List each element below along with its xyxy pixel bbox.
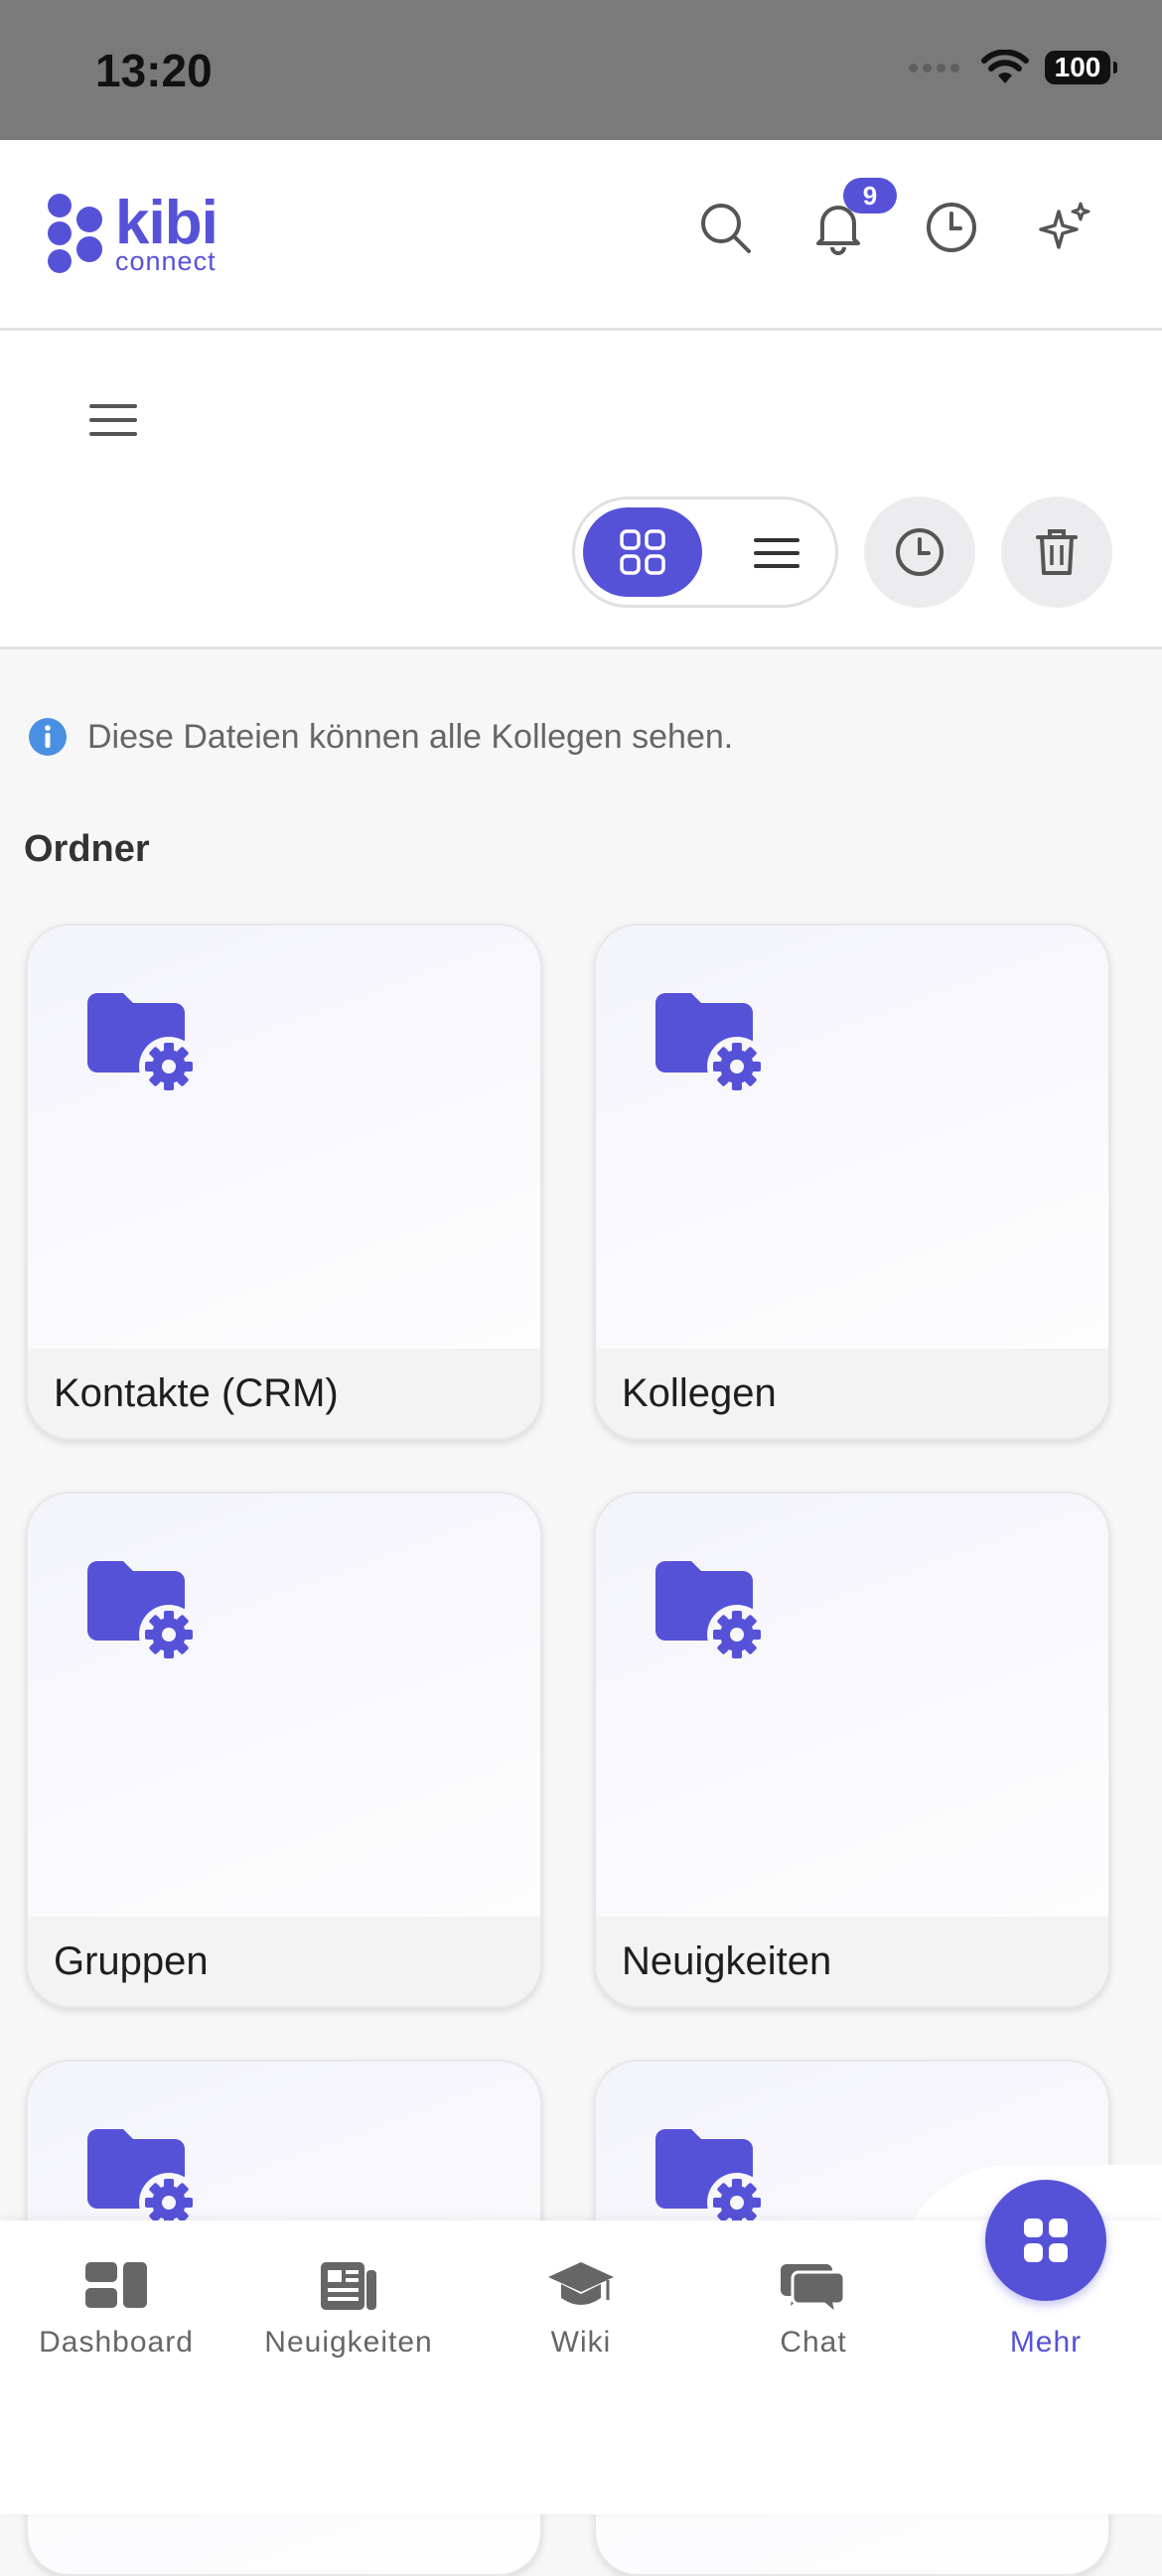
folder-label: Kollegen <box>596 1349 1108 1438</box>
files-toolbar <box>0 331 1162 649</box>
graduation-cap-icon <box>548 2262 614 2305</box>
nav-wiki[interactable]: Wiki <box>465 2220 697 2379</box>
header-actions: 9 <box>697 178 1092 255</box>
folder-gear-icon <box>652 989 771 1103</box>
grid-view-button[interactable] <box>583 507 702 597</box>
more-menu-button[interactable] <box>985 2180 1106 2301</box>
logo-wordmark: kibi <box>115 188 218 257</box>
newspaper-icon <box>321 2262 376 2310</box>
folder-label: Gruppen <box>28 1917 540 2006</box>
info-text: Diese Dateien können alle Kollegen sehen… <box>87 717 734 756</box>
kibi-logo[interactable]: kibi connect <box>46 192 218 275</box>
hamburger-menu-button[interactable] <box>83 390 143 450</box>
cellular-signal-icon <box>909 63 959 72</box>
list-view-icon <box>754 538 799 568</box>
hamburger-icon <box>89 404 137 436</box>
folder-card[interactable]: Gruppen <box>26 1492 542 2008</box>
folder-gear-icon <box>83 989 203 1103</box>
section-title: Ordner <box>24 828 150 870</box>
view-mode-toggle <box>572 497 838 608</box>
status-time: 13:20 <box>95 45 213 96</box>
notification-badge: 9 <box>843 178 897 214</box>
wifi-icon <box>981 50 1029 83</box>
dashboard-icon <box>85 2262 147 2308</box>
folder-label: Neuigkeiten <box>596 1917 1108 2006</box>
kibi-logo-mark-icon <box>48 194 102 273</box>
nav-dashboard[interactable]: Dashboard <box>0 2220 232 2379</box>
bottom-navigation: Dashboard Neuigkeiten Wiki Chat Mehr <box>0 2220 1162 2514</box>
nav-label: Neuigkeiten <box>264 2326 433 2359</box>
clock-icon <box>927 203 976 252</box>
logo-subtitle: connect <box>115 245 217 276</box>
folder-label: Kontakte (CRM) <box>28 1349 540 1438</box>
grid-view-icon <box>620 529 665 575</box>
recent-files-button[interactable] <box>864 497 975 608</box>
notifications-button[interactable]: 9 <box>810 178 897 255</box>
search-icon <box>701 204 751 253</box>
sparkles-icon <box>1039 202 1090 249</box>
nav-neuigkeiten[interactable]: Neuigkeiten <box>232 2220 465 2379</box>
nav-label: Wiki <box>550 2326 612 2359</box>
folder-card[interactable]: Kontakte (CRM) <box>26 924 542 1440</box>
chat-bubbles-icon <box>781 2264 846 2316</box>
folder-card[interactable]: Neuigkeiten <box>594 1492 1110 2008</box>
nav-label: Chat <box>780 2326 847 2359</box>
folder-gear-icon <box>652 1557 771 1671</box>
search-button[interactable] <box>697 200 753 255</box>
status-bar: 13:20 100 <box>0 0 1162 140</box>
trash-button[interactable] <box>1001 497 1112 608</box>
folder-gear-icon <box>83 1557 203 1671</box>
nav-chat[interactable]: Chat <box>697 2220 930 2379</box>
status-indicators: 100 <box>909 50 1117 85</box>
folder-card[interactable]: Kollegen <box>594 924 1110 1440</box>
nav-label: Mehr <box>1009 2326 1083 2359</box>
clock-icon <box>896 528 944 576</box>
battery-indicator: 100 <box>1045 51 1117 84</box>
history-button[interactable] <box>924 200 979 255</box>
app-header: kibi connect 9 <box>0 140 1162 331</box>
info-icon <box>29 718 67 756</box>
visibility-info: Diese Dateien können alle Kollegen sehen… <box>28 717 733 757</box>
nav-label: Dashboard <box>39 2326 194 2359</box>
ai-assistant-button[interactable] <box>1037 200 1092 255</box>
list-view-button[interactable] <box>732 511 821 595</box>
trash-icon <box>1036 529 1078 575</box>
grid-icon <box>1024 2218 1068 2262</box>
